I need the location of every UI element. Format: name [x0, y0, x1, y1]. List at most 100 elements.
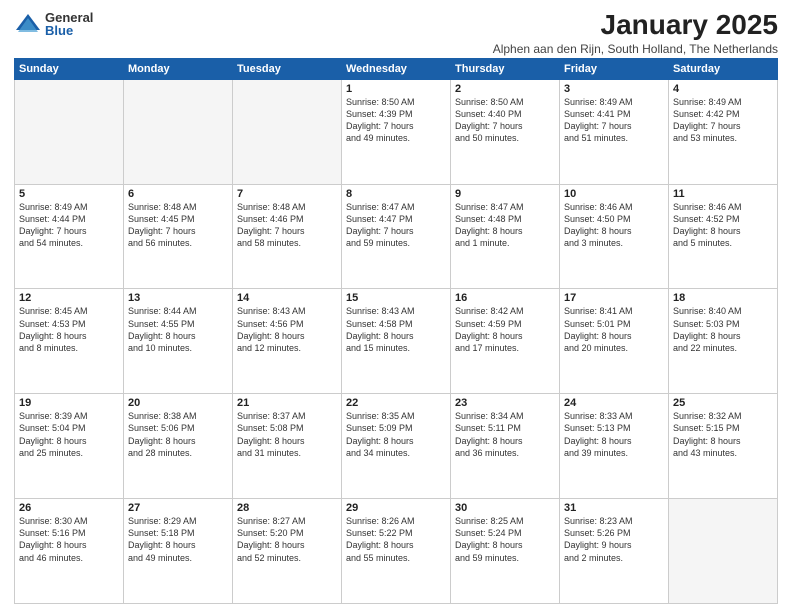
col-wednesday: Wednesday	[342, 58, 451, 79]
day-number: 11	[673, 188, 773, 200]
day-info: Sunrise: 8:41 AM Sunset: 5:01 PM Dayligh…	[564, 305, 664, 354]
calendar-cell: 30Sunrise: 8:25 AM Sunset: 5:24 PM Dayli…	[451, 499, 560, 604]
day-info: Sunrise: 8:26 AM Sunset: 5:22 PM Dayligh…	[346, 515, 446, 564]
day-number: 14	[237, 292, 337, 304]
col-friday: Friday	[560, 58, 669, 79]
col-thursday: Thursday	[451, 58, 560, 79]
day-number: 23	[455, 397, 555, 409]
day-info: Sunrise: 8:45 AM Sunset: 4:53 PM Dayligh…	[19, 305, 119, 354]
calendar-cell: 19Sunrise: 8:39 AM Sunset: 5:04 PM Dayli…	[15, 394, 124, 499]
day-number: 26	[19, 502, 119, 514]
week-row-3: 19Sunrise: 8:39 AM Sunset: 5:04 PM Dayli…	[15, 394, 778, 499]
day-number: 24	[564, 397, 664, 409]
week-row-2: 12Sunrise: 8:45 AM Sunset: 4:53 PM Dayli…	[15, 289, 778, 394]
calendar-cell	[124, 79, 233, 184]
day-info: Sunrise: 8:50 AM Sunset: 4:40 PM Dayligh…	[455, 96, 555, 145]
day-number: 4	[673, 83, 773, 95]
calendar-subtitle: Alphen aan den Rijn, South Holland, The …	[493, 42, 778, 56]
day-number: 12	[19, 292, 119, 304]
day-info: Sunrise: 8:39 AM Sunset: 5:04 PM Dayligh…	[19, 410, 119, 459]
week-row-4: 26Sunrise: 8:30 AM Sunset: 5:16 PM Dayli…	[15, 499, 778, 604]
day-number: 5	[19, 188, 119, 200]
day-info: Sunrise: 8:50 AM Sunset: 4:39 PM Dayligh…	[346, 96, 446, 145]
calendar-cell: 24Sunrise: 8:33 AM Sunset: 5:13 PM Dayli…	[560, 394, 669, 499]
day-info: Sunrise: 8:32 AM Sunset: 5:15 PM Dayligh…	[673, 410, 773, 459]
calendar-cell: 15Sunrise: 8:43 AM Sunset: 4:58 PM Dayli…	[342, 289, 451, 394]
col-sunday: Sunday	[15, 58, 124, 79]
calendar-cell	[669, 499, 778, 604]
calendar-cell: 2Sunrise: 8:50 AM Sunset: 4:40 PM Daylig…	[451, 79, 560, 184]
calendar-cell: 3Sunrise: 8:49 AM Sunset: 4:41 PM Daylig…	[560, 79, 669, 184]
title-block: January 2025 Alphen aan den Rijn, South …	[493, 10, 778, 56]
col-saturday: Saturday	[669, 58, 778, 79]
logo-text: General Blue	[45, 11, 93, 37]
day-info: Sunrise: 8:37 AM Sunset: 5:08 PM Dayligh…	[237, 410, 337, 459]
calendar-cell: 7Sunrise: 8:48 AM Sunset: 4:46 PM Daylig…	[233, 184, 342, 289]
day-info: Sunrise: 8:33 AM Sunset: 5:13 PM Dayligh…	[564, 410, 664, 459]
day-number: 27	[128, 502, 228, 514]
calendar-cell: 13Sunrise: 8:44 AM Sunset: 4:55 PM Dayli…	[124, 289, 233, 394]
calendar-title: January 2025	[493, 10, 778, 41]
calendar-cell: 10Sunrise: 8:46 AM Sunset: 4:50 PM Dayli…	[560, 184, 669, 289]
calendar-cell: 11Sunrise: 8:46 AM Sunset: 4:52 PM Dayli…	[669, 184, 778, 289]
calendar-cell: 26Sunrise: 8:30 AM Sunset: 5:16 PM Dayli…	[15, 499, 124, 604]
day-number: 7	[237, 188, 337, 200]
day-number: 29	[346, 502, 446, 514]
day-info: Sunrise: 8:27 AM Sunset: 5:20 PM Dayligh…	[237, 515, 337, 564]
day-info: Sunrise: 8:25 AM Sunset: 5:24 PM Dayligh…	[455, 515, 555, 564]
day-info: Sunrise: 8:43 AM Sunset: 4:58 PM Dayligh…	[346, 305, 446, 354]
calendar-cell: 18Sunrise: 8:40 AM Sunset: 5:03 PM Dayli…	[669, 289, 778, 394]
col-monday: Monday	[124, 58, 233, 79]
day-info: Sunrise: 8:23 AM Sunset: 5:26 PM Dayligh…	[564, 515, 664, 564]
calendar-cell: 14Sunrise: 8:43 AM Sunset: 4:56 PM Dayli…	[233, 289, 342, 394]
day-info: Sunrise: 8:49 AM Sunset: 4:41 PM Dayligh…	[564, 96, 664, 145]
calendar-cell: 25Sunrise: 8:32 AM Sunset: 5:15 PM Dayli…	[669, 394, 778, 499]
page: General Blue January 2025 Alphen aan den…	[0, 0, 792, 612]
calendar-cell: 16Sunrise: 8:42 AM Sunset: 4:59 PM Dayli…	[451, 289, 560, 394]
day-info: Sunrise: 8:43 AM Sunset: 4:56 PM Dayligh…	[237, 305, 337, 354]
calendar-cell: 9Sunrise: 8:47 AM Sunset: 4:48 PM Daylig…	[451, 184, 560, 289]
day-number: 9	[455, 188, 555, 200]
calendar-cell: 22Sunrise: 8:35 AM Sunset: 5:09 PM Dayli…	[342, 394, 451, 499]
calendar-cell: 28Sunrise: 8:27 AM Sunset: 5:20 PM Dayli…	[233, 499, 342, 604]
calendar-cell: 27Sunrise: 8:29 AM Sunset: 5:18 PM Dayli…	[124, 499, 233, 604]
week-row-1: 5Sunrise: 8:49 AM Sunset: 4:44 PM Daylig…	[15, 184, 778, 289]
day-number: 28	[237, 502, 337, 514]
col-tuesday: Tuesday	[233, 58, 342, 79]
day-number: 31	[564, 502, 664, 514]
header-row: Sunday Monday Tuesday Wednesday Thursday…	[15, 58, 778, 79]
day-number: 3	[564, 83, 664, 95]
day-number: 13	[128, 292, 228, 304]
day-number: 15	[346, 292, 446, 304]
calendar-cell: 23Sunrise: 8:34 AM Sunset: 5:11 PM Dayli…	[451, 394, 560, 499]
logo: General Blue	[14, 10, 93, 38]
day-info: Sunrise: 8:29 AM Sunset: 5:18 PM Dayligh…	[128, 515, 228, 564]
logo-icon	[14, 10, 42, 38]
calendar-cell: 17Sunrise: 8:41 AM Sunset: 5:01 PM Dayli…	[560, 289, 669, 394]
day-number: 21	[237, 397, 337, 409]
calendar-cell: 8Sunrise: 8:47 AM Sunset: 4:47 PM Daylig…	[342, 184, 451, 289]
day-info: Sunrise: 8:35 AM Sunset: 5:09 PM Dayligh…	[346, 410, 446, 459]
day-number: 10	[564, 188, 664, 200]
day-number: 1	[346, 83, 446, 95]
day-info: Sunrise: 8:42 AM Sunset: 4:59 PM Dayligh…	[455, 305, 555, 354]
day-info: Sunrise: 8:47 AM Sunset: 4:47 PM Dayligh…	[346, 201, 446, 250]
day-info: Sunrise: 8:44 AM Sunset: 4:55 PM Dayligh…	[128, 305, 228, 354]
day-info: Sunrise: 8:30 AM Sunset: 5:16 PM Dayligh…	[19, 515, 119, 564]
day-number: 30	[455, 502, 555, 514]
calendar-cell: 20Sunrise: 8:38 AM Sunset: 5:06 PM Dayli…	[124, 394, 233, 499]
day-info: Sunrise: 8:46 AM Sunset: 4:50 PM Dayligh…	[564, 201, 664, 250]
calendar-cell: 5Sunrise: 8:49 AM Sunset: 4:44 PM Daylig…	[15, 184, 124, 289]
day-info: Sunrise: 8:40 AM Sunset: 5:03 PM Dayligh…	[673, 305, 773, 354]
day-info: Sunrise: 8:38 AM Sunset: 5:06 PM Dayligh…	[128, 410, 228, 459]
day-info: Sunrise: 8:47 AM Sunset: 4:48 PM Dayligh…	[455, 201, 555, 250]
calendar-cell: 6Sunrise: 8:48 AM Sunset: 4:45 PM Daylig…	[124, 184, 233, 289]
day-number: 19	[19, 397, 119, 409]
day-number: 16	[455, 292, 555, 304]
week-row-0: 1Sunrise: 8:50 AM Sunset: 4:39 PM Daylig…	[15, 79, 778, 184]
calendar-cell: 31Sunrise: 8:23 AM Sunset: 5:26 PM Dayli…	[560, 499, 669, 604]
header: General Blue January 2025 Alphen aan den…	[14, 10, 778, 56]
day-info: Sunrise: 8:49 AM Sunset: 4:42 PM Dayligh…	[673, 96, 773, 145]
calendar-cell	[15, 79, 124, 184]
day-number: 8	[346, 188, 446, 200]
